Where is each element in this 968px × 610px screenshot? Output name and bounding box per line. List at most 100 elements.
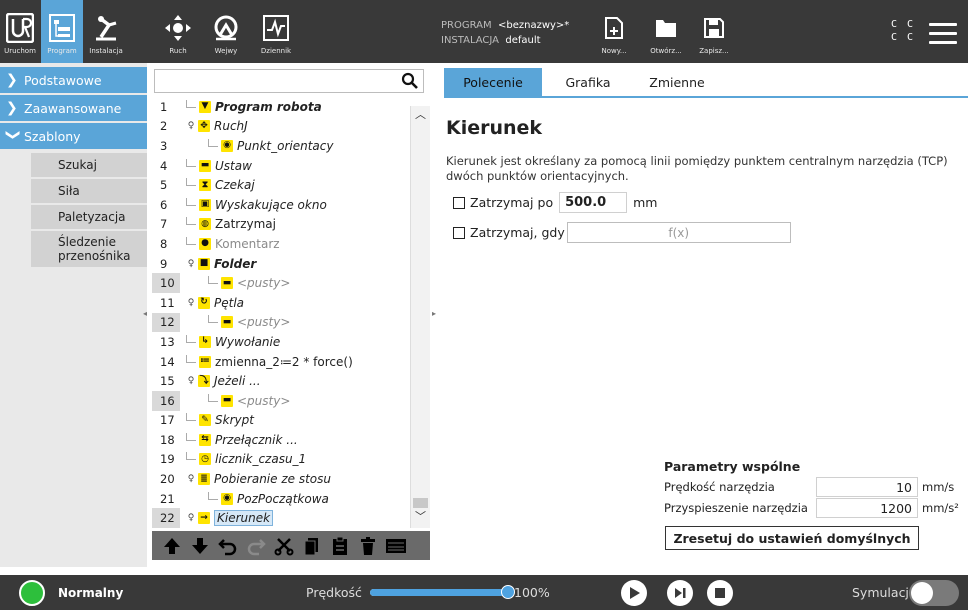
- stop-after-row: Zatrzymaj po 500.0 mm: [453, 192, 657, 213]
- tree-scrollbar[interactable]: ︿ ﹀: [410, 106, 430, 528]
- template-item-palletizing[interactable]: Paletyzacja: [31, 205, 147, 229]
- tree-row[interactable]: 22 ♀ → Kierunek: [152, 508, 414, 529]
- tool-speed-input[interactable]: 10: [816, 477, 918, 497]
- installation-icon: [91, 10, 121, 46]
- undo-icon[interactable]: [214, 532, 242, 560]
- template-item-search[interactable]: Szukaj: [31, 153, 147, 177]
- tool-speed-unit: mm/s: [922, 480, 955, 494]
- move-icon: [163, 10, 193, 46]
- delete-icon[interactable]: [354, 532, 382, 560]
- template-item-conveyor-tracking[interactable]: Śledzenie przenośnika: [31, 231, 147, 267]
- suppress-icon[interactable]: [382, 532, 410, 560]
- expand-pin-icon[interactable]: ♀: [186, 298, 196, 308]
- tree-row-label: RuchJ: [214, 119, 248, 134]
- tool-accel-input[interactable]: 1200: [816, 498, 918, 518]
- speed-slider-knob[interactable]: [501, 585, 515, 599]
- expand-pin-icon[interactable]: ♀: [186, 376, 196, 386]
- expand-pin-icon[interactable]: ♀: [186, 474, 196, 484]
- copy-icon[interactable]: [298, 532, 326, 560]
- move-tab-button[interactable]: Ruch: [158, 0, 198, 63]
- tree-row[interactable]: 7 ◍ Zatrzymaj: [152, 215, 414, 235]
- tree-row[interactable]: 8 ● Komentarz: [152, 234, 414, 254]
- tool-accel-unit: mm/s²: [922, 501, 959, 515]
- paste-icon[interactable]: [326, 532, 354, 560]
- expand-pin-icon[interactable]: ♀: [186, 121, 196, 131]
- stop-button[interactable]: [707, 580, 733, 606]
- move-tab-label: Ruch: [169, 47, 187, 55]
- tree-connector: [208, 276, 218, 285]
- save-program-button[interactable]: Zapisz...: [694, 0, 734, 63]
- stop-after-distance-input[interactable]: 500.0: [559, 192, 628, 213]
- tool-speed-label: Prędkość narzędzia: [664, 480, 775, 494]
- move-down-icon[interactable]: [186, 532, 214, 560]
- tree-row[interactable]: 2 ♀ ✥ RuchJ: [152, 117, 414, 137]
- waypoint-icon: ◉: [221, 492, 233, 505]
- speed-value: 100%: [514, 585, 550, 600]
- robot-status-led[interactable]: [19, 580, 45, 606]
- tree-row[interactable]: 21 ◉ PozPoczątkowa: [152, 489, 414, 509]
- reset-defaults-button[interactable]: Zresetuj do ustawień domyślnych: [665, 526, 919, 550]
- nav-category-advanced[interactable]: ❯ Zaawansowane: [0, 95, 147, 121]
- tree-row[interactable]: 13 ↳ Wywołanie: [152, 332, 414, 352]
- nav-category-basic[interactable]: ❯ Podstawowe: [0, 67, 147, 93]
- tab-graphics[interactable]: Grafika: [548, 68, 628, 96]
- collapse-left-handle-icon[interactable]: ◂: [143, 309, 147, 318]
- tree-row[interactable]: 3 ◉ Punkt_orientacy: [152, 136, 414, 156]
- run-tab-button[interactable]: Uruchom: [0, 0, 40, 63]
- tree-row[interactable]: 5 ⧗ Czekaj: [152, 175, 414, 195]
- tree-connector: [208, 138, 218, 147]
- tree-row[interactable]: 15 ♀ ⤵ Jeżeli ...: [152, 371, 414, 391]
- tree-row[interactable]: 16 ▬ <pusty>: [152, 390, 414, 411]
- loop-icon: ↻: [198, 296, 210, 309]
- step-button[interactable]: [667, 580, 693, 606]
- tree-row[interactable]: 9 ♀ ■ Folder: [152, 254, 414, 274]
- tree-row[interactable]: 20 ♀ ≣ Pobieranie ze stosu: [152, 469, 414, 489]
- collapse-right-handle-icon[interactable]: ▸: [432, 309, 436, 318]
- tree-row-number: 6: [160, 197, 168, 212]
- tree-row[interactable]: 4 ▬ Ustaw: [152, 156, 414, 176]
- tree-row[interactable]: 1 ▼ Program robota: [152, 97, 414, 117]
- tree-row[interactable]: 6 ▣ Wyskakujące okno: [152, 195, 414, 215]
- speed-slider[interactable]: [370, 585, 515, 599]
- scroll-up-icon[interactable]: ︿: [411, 106, 430, 126]
- tree-row[interactable]: 19 ◷ licznik_czasu_1: [152, 450, 414, 470]
- move-up-icon[interactable]: [158, 532, 186, 560]
- expand-pin-icon[interactable]: ♀: [186, 513, 196, 523]
- tree-row[interactable]: 17 ✎ Skrypt: [152, 411, 414, 431]
- log-tab-button[interactable]: Dziennik: [254, 0, 298, 63]
- hamburger-menu-icon[interactable]: [929, 23, 957, 45]
- tree-search-input[interactable]: [154, 69, 424, 93]
- tree-row[interactable]: 11 ♀ ↻ Pętla: [152, 293, 414, 313]
- expand-pin-icon[interactable]: ♀: [186, 259, 196, 269]
- stop-when-checkbox[interactable]: [453, 226, 465, 239]
- simulation-toggle[interactable]: [909, 580, 959, 606]
- tree-row-number: 10: [152, 273, 180, 293]
- tree-row[interactable]: 14 ≔ zmienna_2≔2 * force(): [152, 352, 414, 372]
- tree-connector: [186, 197, 196, 206]
- play-button[interactable]: [621, 580, 647, 606]
- program-tab-button[interactable]: Program: [41, 0, 83, 63]
- tree-row[interactable]: 12 ▬ <pusty>: [152, 312, 414, 333]
- tab-variables[interactable]: Zmienne: [636, 68, 718, 96]
- tab-command[interactable]: Polecenie: [444, 68, 542, 96]
- open-program-button[interactable]: Otwórz...: [646, 0, 686, 63]
- tree-row-label: Czekaj: [215, 178, 255, 193]
- io-tab-button[interactable]: Wejwy: [206, 0, 246, 63]
- stop-when-expression-input[interactable]: f(x): [566, 222, 791, 243]
- scroll-down-icon[interactable]: ﹀: [411, 508, 430, 528]
- stop-after-checkbox[interactable]: [453, 196, 465, 209]
- common-params-title: Parametry wspólne: [664, 459, 801, 474]
- cut-icon[interactable]: [270, 532, 298, 560]
- scroll-thumb[interactable]: [413, 498, 428, 508]
- template-item-force[interactable]: Siła: [31, 179, 147, 203]
- program-tree-panel: 1 ▼ Program robota 2 ♀ ✥ RuchJ 3 ◉ Punkt_orientac…: [152, 63, 430, 567]
- program-tree: 1 ▼ Program robota 2 ♀ ✥ RuchJ 3 ◉ Punkt_orientac…: [152, 97, 414, 531]
- tree-row[interactable]: 10 ▬ <pusty>: [152, 273, 414, 293]
- cc-line-2: C C: [891, 32, 916, 43]
- tree-row[interactable]: 18 ⇆ Przełącznik ...: [152, 430, 414, 450]
- popup-icon: ▣: [199, 198, 211, 211]
- nav-category-templates[interactable]: ❯ Szablony: [0, 123, 147, 149]
- script-icon: ✎: [199, 414, 211, 427]
- new-program-button[interactable]: Nowy...: [596, 0, 632, 63]
- installation-tab-button[interactable]: Instalacja: [84, 0, 128, 63]
